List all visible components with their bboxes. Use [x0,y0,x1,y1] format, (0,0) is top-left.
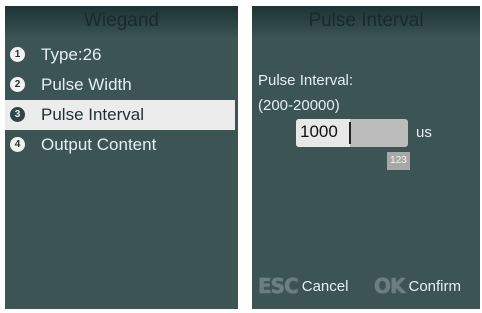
esc-key-icon: ESC [258,274,299,298]
input-mode-badge: 123 [387,152,410,170]
input-value: 1000 [300,122,338,141]
cancel-label: Cancel [301,277,349,295]
menu-list: 1 Type:26 2 Pulse Width 3 Pulse Interval… [5,40,238,160]
number-2-icon: 2 [10,77,25,92]
wiegand-menu-screen: Wiegand 1 Type:26 2 Pulse Width 3 Pulse … [5,6,238,309]
menu-item-output-content[interactable]: 4 Output Content [5,130,238,160]
pulse-interval-screen: Pulse Interval Pulse Interval: (200-2000… [252,6,480,309]
confirm-button[interactable]: OK Confirm [374,263,461,309]
range-hint: (200-20000) [258,97,340,114]
menu-item-label: Pulse Interval [41,105,144,124]
screen-title: Pulse Interval [252,6,480,38]
menu-item-type[interactable]: 1 Type:26 [5,40,238,70]
confirm-label: Confirm [408,277,462,295]
field-label: Pulse Interval: [258,72,354,89]
softkey-bar: ESC Cancel OK Confirm [252,263,480,309]
menu-item-pulse-width[interactable]: 2 Pulse Width [5,70,238,100]
menu-item-label: Pulse Width [41,75,132,94]
unit-label: us [416,124,432,141]
number-4-icon: 4 [10,137,25,152]
cancel-button[interactable]: ESC Cancel [258,263,348,309]
screen-title: Wiegand [5,6,238,38]
number-3-icon: 3 [10,107,25,122]
menu-item-label: Type:26 [41,45,102,64]
menu-item-label: Output Content [41,135,157,154]
ok-key-icon: OK [374,274,405,298]
text-caret [349,122,351,144]
pulse-interval-input[interactable]: 1000 [296,119,408,147]
number-1-icon: 1 [10,47,25,62]
menu-item-pulse-interval[interactable]: 3 Pulse Interval [5,100,235,130]
